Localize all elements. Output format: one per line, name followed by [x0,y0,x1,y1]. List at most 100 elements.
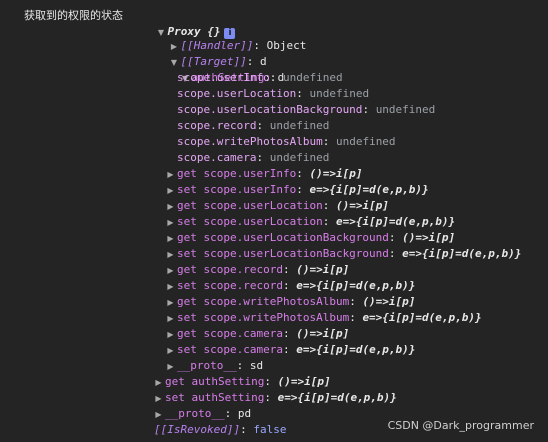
accessor-value: e=>{i[p]=d(e,p,b)} [296,343,416,356]
target-proto-row[interactable]: ▶ __proto__: pd [154,406,251,422]
accessor-row[interactable]: ▶ set scope.userLocation: e=>{i[p]=d(e,p,… [166,214,455,230]
handler-row[interactable]: ▶ [[Handler]]: Object [143,22,306,52]
accessor-value: ()=>i[p] [296,327,350,340]
triangle-right-icon[interactable]: ▶ [166,167,175,183]
scope-value: undefined [375,103,436,116]
inner-proto-row[interactable]: ▶ __proto__: sd [166,358,263,374]
target-accessor-row[interactable]: ▶ get authSetting: ()=>i[p] [154,374,331,391]
accessor-key: get scope.userLocation [177,199,323,212]
target-proto-sep: : [224,407,238,420]
accessor-row[interactable]: ▶ set scope.writePhotosAlbum: e=>{i[p]=d(… [166,310,482,327]
scope-key: scope.userLocation [177,87,297,100]
accessor-key: get scope.camera [177,327,283,340]
scope-key: scope.record [177,119,257,132]
scope-value: undefined [335,135,396,148]
accessor-row[interactable]: ▶ get scope.writePhotosAlbum: ()=>i[p] [166,294,415,310]
is-revoked-row: [[IsRevoked]]: false [143,422,286,438]
scope-value: undefined [309,87,370,100]
accessor-sep: : [296,183,310,196]
accessor-value: ()=>i[p] [402,231,456,244]
accessor-sep: : [322,215,336,228]
target-accessor-value: e=>{i[p]=d(e,p,b)} [277,391,397,404]
triangle-right-icon[interactable]: ▶ [166,359,175,375]
triangle-right-icon[interactable]: ▶ [166,311,175,327]
accessor-row[interactable]: ▶ get scope.userLocation: ()=>i[p] [166,198,389,214]
target-accessor-key: get authSetting [165,375,265,388]
scope-sep: : [256,151,270,164]
accessor-row[interactable]: ▶ get scope.record: ()=>i[p] [166,262,349,278]
scope-key: scope.userLocationBackground [177,103,363,116]
scope-row: scope.userInfo: undefined [177,70,343,86]
accessor-key: set scope.record [177,279,283,292]
accessor-value: e=>{i[p]=d(e,p,b)} [335,215,456,228]
accessor-value: ()=>i[p] [296,263,350,276]
target-proto-key: __proto__ [165,407,225,420]
triangle-right-icon[interactable]: ▶ [166,231,175,247]
accessor-sep: : [296,167,310,180]
target-row[interactable]: ▼ [[Target]]: d [143,38,267,68]
scope-sep: : [322,135,336,148]
target-accessor-value: ()=>i[p] [277,375,331,388]
accessor-row[interactable]: ▶ set scope.record: e=>{i[p]=d(e,p,b)} [166,278,415,294]
triangle-right-icon[interactable]: ▶ [166,215,175,231]
target-accessor-row[interactable]: ▶ set authSetting: e=>{i[p]=d(e,p,b)} [154,390,397,407]
scope-value: undefined [282,71,343,84]
accessor-key: get scope.userLocationBackground [177,231,389,244]
triangle-right-icon[interactable]: ▶ [166,263,175,279]
inner-proto-key: __proto__ [177,359,237,372]
accessor-row[interactable]: ▶ get scope.userInfo: ()=>i[p] [166,166,362,182]
scope-row: scope.userLocation: undefined [177,86,369,102]
accessor-sep: : [349,311,363,324]
triangle-right-icon[interactable]: ▶ [166,183,175,199]
is-revoked-key: [[IsRevoked]] [154,423,241,436]
accessor-key: set scope.userLocation [177,215,323,228]
accessor-key: set scope.camera [177,343,283,356]
triangle-right-icon[interactable]: ▶ [166,279,175,295]
scope-sep: : [296,87,310,100]
triangle-right-icon[interactable]: ▶ [166,343,175,359]
scope-sep: : [256,119,270,132]
accessor-row[interactable]: ▶ get scope.userLocationBackground: ()=>i… [166,230,455,246]
accessor-row[interactable]: ▶ get scope.camera: ()=>i[p] [166,326,349,342]
accessor-row[interactable]: ▶ set scope.camera: e=>{i[p]=d(e,p,b)} [166,342,415,358]
is-revoked-value: false [253,423,287,436]
scope-key: scope.camera [177,151,257,164]
triangle-right-icon[interactable]: ▶ [154,391,163,407]
accessor-key: set scope.writePhotosAlbum [177,311,350,324]
accessor-sep: : [388,231,403,244]
triangle-right-icon[interactable]: ▶ [166,295,175,311]
accessor-value: ()=>i[p] [362,295,416,308]
is-revoked-sep: : [240,423,254,436]
accessor-value: e=>{i[p]=d(e,p,b)} [362,311,482,324]
triangle-right-icon[interactable]: ▶ [166,247,175,263]
accessor-sep: : [322,199,336,212]
accessor-key: set scope.userLocationBackground [177,247,389,260]
target-accessor-sep: : [264,375,278,388]
triangle-right-icon[interactable]: ▶ [166,199,175,215]
scope-value: undefined [269,151,330,164]
accessor-row[interactable]: ▶ set scope.userInfo: e=>{i[p]=d(e,p,b)} [166,182,428,199]
accessor-row[interactable]: ▶ set scope.userLocationBackground: e=>{i… [166,246,521,262]
triangle-right-icon[interactable]: ▶ [154,375,163,391]
scope-row: scope.record: undefined [177,118,329,134]
accessor-sep: : [388,247,403,260]
target-accessor-key: set authSetting [165,391,265,404]
scope-key: scope.writePhotosAlbum [177,135,323,148]
accessor-value: e=>{i[p]=d(e,p,b)} [296,279,416,292]
accessor-sep: : [349,295,363,308]
target-proto-value: pd [237,407,252,420]
log-label: 获取到的权限的状态 [24,9,123,22]
inner-proto-value: sd [249,359,264,372]
devtools-console-output: 获取到的权限的状态 ▼ Proxy {} i ▶ [[Handler]]: Objec… [0,0,548,442]
accessor-value: ()=>i[p] [335,199,389,212]
triangle-right-icon[interactable]: ▶ [166,327,175,343]
triangle-right-icon[interactable]: ▶ [154,407,163,423]
scope-sep: : [362,103,376,116]
scope-key: scope.userInfo [177,71,270,84]
accessor-value: e=>{i[p]=d(e,p,b)} [402,247,522,260]
accessor-key: get scope.record [177,263,283,276]
auth-setting-row[interactable]: ▼ authSetting: d [154,54,284,84]
scope-row: scope.writePhotosAlbum: undefined [177,134,396,150]
accessor-key: get scope.writePhotosAlbum [177,295,350,308]
accessor-sep: : [282,343,297,356]
